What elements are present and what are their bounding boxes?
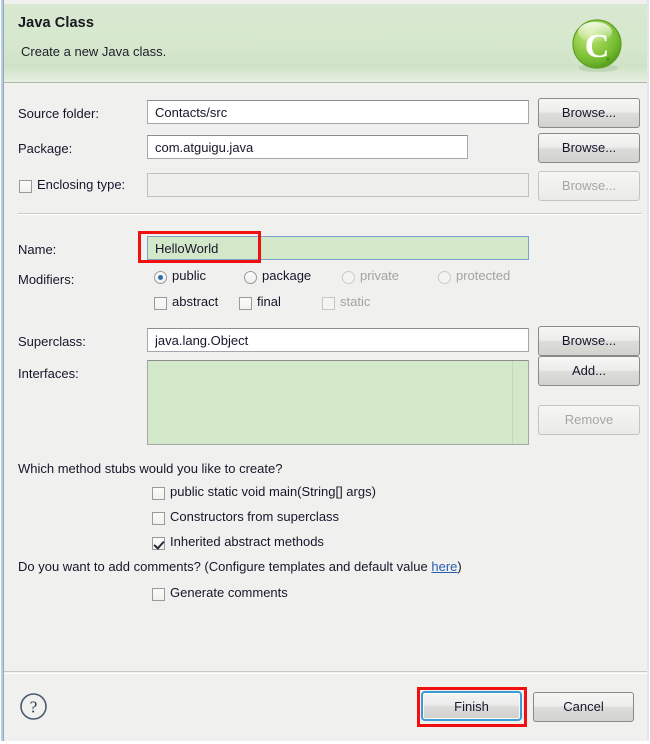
- interfaces-add-button[interactable]: Add...: [538, 356, 640, 386]
- interfaces-label: Interfaces:: [18, 366, 79, 381]
- cancel-button[interactable]: Cancel: [533, 692, 634, 722]
- superclass-input[interactable]: [147, 328, 529, 352]
- modifier-label-static: static: [340, 294, 371, 309]
- superclass-label: Superclass:: [18, 334, 86, 349]
- comments-prompt: Do you want to add comments? (Configure …: [18, 559, 462, 574]
- generate-comments-label: Generate comments: [170, 585, 288, 600]
- package-label: Package:: [18, 141, 73, 156]
- interfaces-scrollbar[interactable]: [512, 361, 528, 444]
- dialog-form-body: Source folder: Browse... Package: Browse…: [4, 84, 647, 672]
- enclosing-type-input[interactable]: [147, 173, 529, 197]
- method-stubs-prompt: Which method stubs would you like to cre…: [18, 461, 283, 476]
- page-subtitle: Create a new Java class.: [21, 44, 167, 59]
- stub-label-constructors: Constructors from superclass: [170, 509, 340, 524]
- modifier-label-final: final: [257, 294, 281, 309]
- comments-prompt-after: ): [457, 559, 462, 574]
- modifiers-label: Modifiers:: [18, 272, 75, 287]
- modifier-label-abstract: abstract: [172, 294, 219, 309]
- modifier-label-public: public: [172, 268, 206, 283]
- stub-checkbox-constructors[interactable]: [152, 512, 165, 525]
- enclosing-type-label: Enclosing type:: [37, 177, 126, 192]
- new-java-class-dialog: Java Class Create a new Java class. C So…: [0, 0, 650, 744]
- dialog-header-banner: Java Class Create a new Java class. C: [4, 4, 647, 83]
- package-input[interactable]: [147, 135, 468, 159]
- modifier-checkbox-abstract[interactable]: [154, 297, 167, 310]
- enclosing-type-checkbox[interactable]: [19, 180, 32, 193]
- finish-button[interactable]: Finish: [421, 691, 522, 721]
- modifier-radio-private[interactable]: [342, 271, 355, 284]
- comments-prompt-before: Do you want to add comments? (Configure …: [18, 559, 432, 574]
- stub-label-inherited-abstract: Inherited abstract methods: [170, 534, 324, 549]
- svg-text:?: ?: [30, 698, 38, 717]
- name-label: Name:: [18, 242, 57, 257]
- modifier-checkbox-static[interactable]: [322, 297, 335, 310]
- interfaces-remove-button[interactable]: Remove: [538, 405, 640, 435]
- superclass-browse-button[interactable]: Browse...: [538, 326, 640, 356]
- enclosing-type-browse-button[interactable]: Browse...: [538, 171, 640, 201]
- page-title: Java Class: [18, 15, 94, 31]
- configure-templates-link[interactable]: here: [431, 559, 457, 574]
- stub-checkbox-inherited-abstract[interactable]: [152, 537, 165, 550]
- modifier-radio-protected[interactable]: [438, 271, 451, 284]
- stub-label-main-method: public static void main(String[] args): [170, 484, 376, 499]
- modifier-label-package: package: [262, 268, 312, 283]
- modifier-radio-package[interactable]: [244, 271, 257, 284]
- name-input[interactable]: [147, 236, 529, 260]
- stub-checkbox-main-method[interactable]: [152, 487, 165, 500]
- java-class-green-c-icon: C: [570, 18, 626, 74]
- modifier-radio-public[interactable]: [154, 271, 167, 284]
- package-browse-button[interactable]: Browse...: [538, 133, 640, 163]
- generate-comments-checkbox[interactable]: [152, 588, 165, 601]
- source-folder-browse-button[interactable]: Browse...: [538, 98, 640, 128]
- svg-text:C: C: [585, 28, 610, 65]
- modifier-label-private: private: [360, 268, 400, 283]
- source-folder-input[interactable]: [147, 100, 529, 124]
- modifier-label-protected: protected: [456, 268, 511, 283]
- source-folder-label: Source folder:: [18, 106, 99, 121]
- interfaces-list-box[interactable]: [147, 360, 529, 445]
- modifier-checkbox-final[interactable]: [239, 297, 252, 310]
- section-separator-top: [18, 213, 642, 215]
- question-mark-help-icon[interactable]: ?: [19, 692, 48, 721]
